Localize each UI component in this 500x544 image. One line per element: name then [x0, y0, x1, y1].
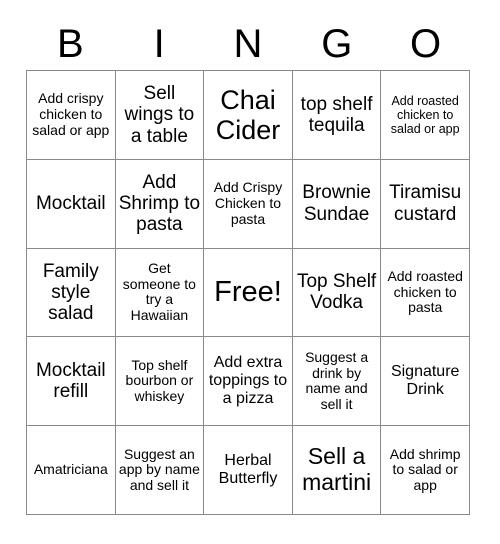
- bingo-cell-r1c5[interactable]: Add roasted chicken to salad or app: [381, 71, 470, 160]
- bingo-grid: Add crispy chicken to salad or app Sell …: [26, 70, 470, 515]
- bingo-cell-r1c2[interactable]: Sell wings to a table: [115, 71, 205, 160]
- bingo-cell-r1c4[interactable]: top shelf tequila: [292, 71, 382, 160]
- bingo-cell-text: Amatriciana: [33, 461, 108, 478]
- bingo-cell-text: Top Shelf Vodka: [296, 271, 377, 314]
- bingo-cell-text: Brownie Sundae: [302, 182, 371, 225]
- bingo-header-letter-g: G: [321, 22, 353, 66]
- bingo-cell-r5c4[interactable]: Sell a martini: [292, 426, 382, 515]
- bingo-cell-r2c2[interactable]: Add Shrimp to pasta: [115, 159, 205, 249]
- bingo-cell-text: Herbal Butterfly: [218, 452, 278, 488]
- bingo-header-letter-b: B: [57, 22, 84, 66]
- bingo-cell-text: Mocktail: [35, 193, 106, 215]
- bingo-cell-text: Add roasted chicken to pasta: [387, 267, 463, 316]
- bingo-cell-r4c3[interactable]: Add extra toppings to a pizza: [204, 337, 293, 427]
- bingo-cell-r2c3[interactable]: Add Crispy Chicken to pasta: [204, 159, 293, 249]
- bingo-cell-r1c3[interactable]: Chai Cider: [204, 71, 293, 160]
- bingo-cell-r5c5[interactable]: Add shrimp to salad or app: [381, 426, 470, 515]
- bingo-cell-free-space[interactable]: Free!: [204, 248, 293, 338]
- bingo-cell-r4c2[interactable]: Top shelf bourbon or whiskey: [115, 337, 205, 427]
- bingo-header-letter-i: I: [153, 22, 165, 66]
- bingo-cell-r2c1[interactable]: Mocktail: [27, 159, 116, 249]
- bingo-cell-text: Chai Cider: [215, 84, 281, 145]
- bingo-cell-text: Add roasted chicken to salad or app: [390, 93, 460, 136]
- bingo-header-letter-n: N: [233, 22, 263, 66]
- bingo-cell-text: Family style salad: [42, 260, 99, 325]
- bingo-cell-r3c1[interactable]: Family style salad: [27, 248, 116, 338]
- bingo-cell-text: Add Shrimp to pasta: [118, 171, 201, 236]
- bingo-cell-r3c5[interactable]: Add roasted chicken to pasta: [381, 248, 470, 338]
- bingo-cell-r5c3[interactable]: Herbal Butterfly: [204, 426, 293, 515]
- bingo-cell-text: Sell wings to a table: [124, 83, 195, 147]
- bingo-cell-text: Suggest an app by name and sell it: [118, 445, 200, 493]
- bingo-cell-text: Add crispy chicken to salad or app: [32, 90, 110, 138]
- bingo-cell-text: Tiramisu custard: [389, 182, 462, 225]
- bingo-cell-text: Signature Drink: [390, 363, 460, 399]
- bingo-cell-r3c2[interactable]: Get someone to try a Hawaiian: [115, 248, 205, 338]
- bingo-cell-text: Get someone to try a Hawaiian: [122, 260, 196, 324]
- bingo-header-letter-o: O: [410, 22, 442, 66]
- bingo-cell-r4c5[interactable]: Signature Drink: [381, 337, 470, 427]
- bingo-cell-r5c1[interactable]: Amatriciana: [27, 426, 116, 515]
- bingo-cell-text: top shelf tequila: [300, 93, 373, 136]
- bingo-cell-text: Add Crispy Chicken to pasta: [213, 179, 283, 227]
- bingo-header: B I N G O: [26, 18, 470, 70]
- bingo-cell-text: Add extra toppings to a pizza: [208, 354, 288, 408]
- bingo-cell-r1c1[interactable]: Add crispy chicken to salad or app: [27, 71, 116, 160]
- bingo-cell-text: Free!: [214, 276, 282, 309]
- bingo-cell-r4c1[interactable]: Mocktail refill: [27, 337, 116, 427]
- bingo-cell-text: Sell a martini: [302, 443, 372, 496]
- bingo-cell-r4c4[interactable]: Suggest a drink by name and sell it: [292, 337, 382, 427]
- bingo-card: B I N G O Add crispy chicken to salad or…: [0, 0, 500, 544]
- bingo-cell-text: Suggest a drink by name and sell it: [305, 348, 369, 412]
- bingo-cell-text: Mocktail refill: [35, 360, 106, 403]
- bingo-cell-r3c4[interactable]: Top Shelf Vodka: [292, 248, 382, 338]
- bingo-cell-text: Top shelf bourbon or whiskey: [125, 356, 194, 405]
- bingo-cell-r2c4[interactable]: Brownie Sundae: [292, 159, 382, 249]
- bingo-cell-r5c2[interactable]: Suggest an app by name and sell it: [115, 426, 205, 515]
- bingo-cell-text: Add shrimp to salad or app: [389, 445, 461, 493]
- bingo-cell-r2c5[interactable]: Tiramisu custard: [381, 159, 470, 249]
